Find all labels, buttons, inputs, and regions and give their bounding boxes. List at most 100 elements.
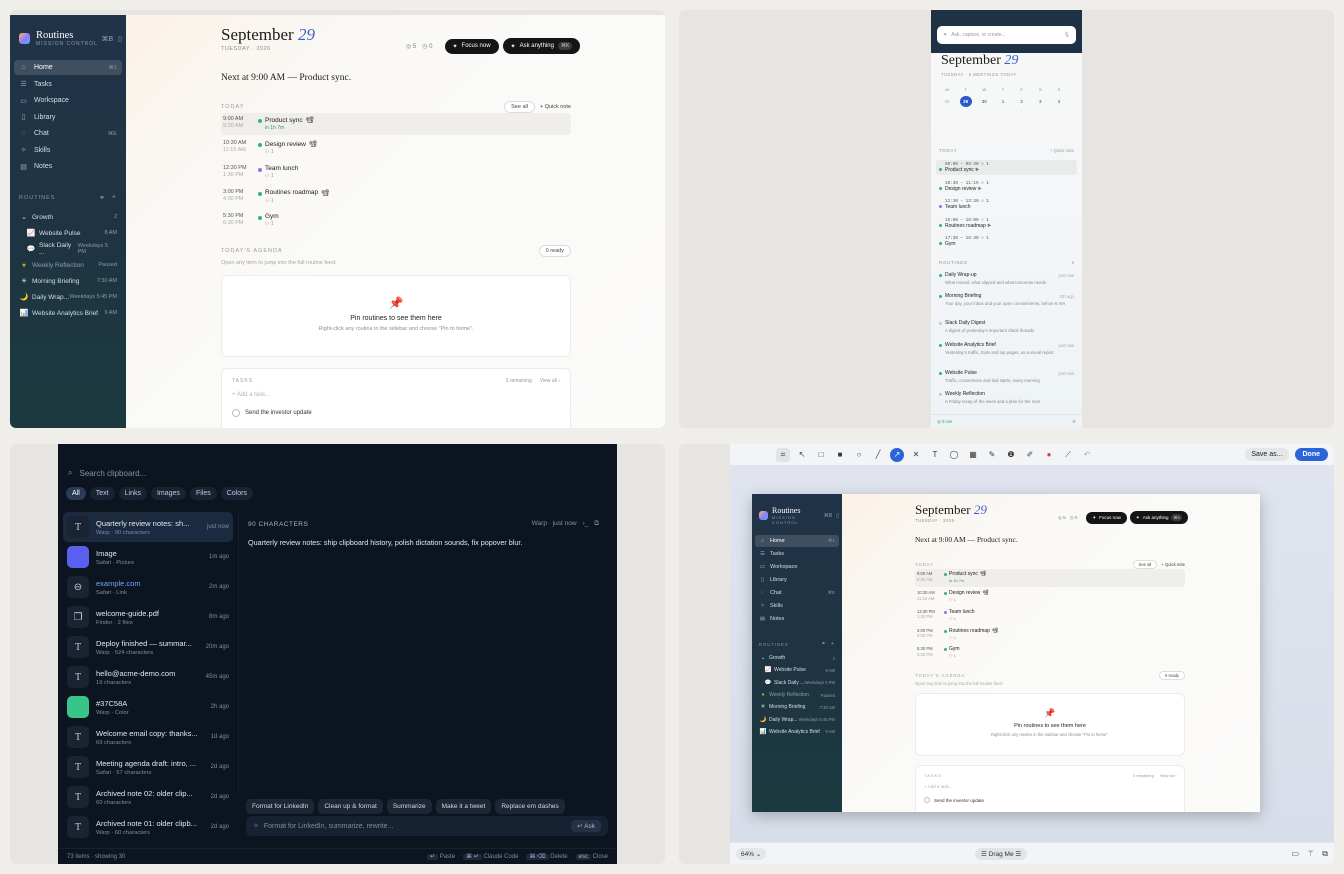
mobile-routine[interactable]: Daily Wrap-up just now What moved, what sl… [939, 272, 1074, 286]
highlight-tool-icon[interactable]: ✎ [985, 448, 999, 462]
tab-all[interactable]: All [66, 487, 86, 500]
done-button[interactable]: Done [1294, 448, 1328, 461]
event-row[interactable]: 3:00 PM 4:00 PM Routines roadmap 📽 ⚇ 1 [221, 186, 571, 208]
clipboard-item[interactable]: T Deploy finished — summar... Warp · 524 c… [63, 632, 233, 662]
event-row[interactable]: 5:30 PM 6:30 PM Gym ⚇ 1 [221, 210, 571, 232]
calendar-day[interactable]: 28 [941, 96, 953, 107]
routine-group-growth[interactable]: ⌄ Growth 2 [755, 652, 839, 664]
tab-links[interactable]: Links [118, 487, 147, 500]
action-button[interactable]: Clean up & format [318, 799, 383, 814]
clipboard-item[interactable]: ⊖ example.com Safari · Link 2m ago [63, 572, 233, 602]
routine-item[interactable]: ☀ Morning Briefing 7:30 AM [755, 701, 839, 713]
color-swatch[interactable]: ● [1042, 448, 1056, 462]
mobile-routine[interactable]: Website Analytics Brief just now Yesterday… [939, 342, 1074, 356]
routine-item[interactable]: 🌙 Daily Wrap... Weekdays 5:45 PM [14, 289, 122, 305]
select-tool-icon[interactable]: ↖ [795, 448, 809, 462]
mobile-event-row[interactable]: 15:00 – 16:00 ⚇ 1 Routines roadmap ⌱ [936, 216, 1077, 231]
calendar-day[interactable]: 1 [997, 96, 1009, 107]
focus-now-button[interactable]: ✦ Focus now [444, 38, 499, 54]
clipboard-item[interactable]: Image Safari · Picture 1m ago [63, 542, 233, 572]
tab-files[interactable]: Files [189, 487, 217, 500]
sidebar-toggle-icon[interactable]: ▯ [118, 35, 122, 43]
drag-handle[interactable]: ☰ Drag Me ☰ [975, 847, 1028, 860]
see-all-button[interactable]: See all [1132, 560, 1158, 570]
nav-item-library[interactable]: ▯ Library [14, 110, 122, 125]
nav-item-home[interactable]: ⌂ Home ⌘1 [14, 60, 122, 75]
calendar-day[interactable]: 4 [1053, 96, 1065, 107]
routine-item[interactable]: 📈 Website Pulse 8 AM [14, 225, 122, 241]
event-row[interactable]: 9:00 AM 9:30 AM Product sync 📽 in 1h 7m [915, 569, 1185, 588]
mobile-event-row[interactable]: 12:30 – 13:30 ⚇ 1 Team lunch [936, 197, 1077, 212]
nav-item-notes[interactable]: ▤ Notes [14, 159, 122, 174]
see-all-button[interactable]: See all [504, 101, 535, 113]
settings-icon[interactable]: ⚙ [1072, 419, 1076, 425]
mobile-event-row[interactable]: 10:30 – 11:15 ⚇ 1 Design review ⌱ [936, 179, 1077, 194]
arrow-tool-icon[interactable]: ↗ [890, 447, 904, 462]
event-row[interactable]: 3:00 PM 4:00 PM Routines roadmap 📽 ⚇ 1 [915, 626, 1185, 644]
cross-tool-icon[interactable]: ✕ [909, 448, 923, 462]
clipboard-search[interactable]: ⌕ Search clipboard... [68, 468, 146, 478]
link-icon[interactable]: ⚭ [821, 641, 827, 647]
routine-item[interactable]: ● Weekly Reflection Paused [755, 689, 839, 701]
view-all-link[interactable]: View all › [540, 378, 560, 384]
nav-item-workspace[interactable]: ▭ Workspace [755, 561, 839, 573]
routine-item[interactable]: 🌙 Daily Wrap... Weekdays 5:45 PM [755, 713, 839, 725]
undo-tool-icon[interactable]: ↶ [1080, 448, 1094, 462]
nav-item-chat[interactable]: ◌ Chat ⌘E [755, 587, 839, 599]
bubble-tool-icon[interactable]: ◯ [947, 448, 961, 462]
routine-item[interactable]: 📊 Website Analytics Brief 9 AM [14, 305, 122, 321]
routine-item[interactable]: 📊 Website Analytics Brief 9 AM [755, 726, 839, 738]
mobile-routine[interactable]: Weekly Reflection A Friday recap of the w… [939, 391, 1074, 405]
clipboard-item[interactable]: #37C58A Warp · Color 2h ago [63, 692, 233, 722]
clipboard-item[interactable]: ❐ welcome-guide.pdf Finder · 2 files 8m ago [63, 602, 233, 632]
pen-tool-icon[interactable]: ✐ [1023, 448, 1037, 462]
event-row[interactable]: 10:30 AM 11:15 AM Design review 📽 ⚇ 1 [915, 588, 1185, 606]
ask-button[interactable]: ↵ Ask [571, 820, 601, 832]
event-row[interactable]: 5:30 PM 6:30 PM Gym ⚇ 1 [915, 644, 1185, 662]
open-external-icon[interactable]: ⧉ [594, 520, 599, 528]
clipboard-item[interactable]: T Welcome email copy: thanks... 69 charact… [63, 722, 233, 752]
routine-item[interactable]: 💬 Slack Daily ... Weekdays 5 PM [755, 677, 839, 689]
task-checkbox[interactable] [232, 409, 240, 417]
calendar-day[interactable]: 30 [978, 96, 990, 107]
copy-icon[interactable]: ⧉ [1322, 849, 1328, 859]
tab-text[interactable]: Text [89, 487, 115, 500]
nav-item-workspace[interactable]: ▭ Workspace [14, 93, 122, 108]
tab-colors[interactable]: Colors [220, 487, 253, 500]
event-row[interactable]: 12:30 PM 1:30 PM Team lunch ⚇ 1 [915, 607, 1185, 625]
link-icon[interactable]: ⚭ [99, 194, 106, 202]
routine-item[interactable]: 💬 Slack Daily ... Weekdays 5 PM [14, 241, 122, 257]
counter-tool-icon[interactable]: ❶ [1004, 448, 1018, 462]
mobile-routine[interactable]: Website Pulse just now Traffic, conversion… [939, 370, 1074, 384]
routine-item[interactable]: ☀ Morning Briefing 7:30 AM [14, 273, 122, 289]
nav-item-skills[interactable]: ✧ Skills [14, 143, 122, 158]
quick-note-button[interactable]: + Quick note [1161, 562, 1185, 567]
add-routine-icon[interactable]: + [831, 641, 835, 647]
nav-item-skills[interactable]: ✧ Skills [755, 600, 839, 612]
calendar-day[interactable]: 29 [959, 96, 972, 107]
comment-icon[interactable]: ▭ [1292, 849, 1300, 859]
view-all-link[interactable]: View all › [1160, 773, 1176, 778]
crop-tool-icon[interactable]: ⌗ [776, 447, 790, 462]
tab-images[interactable]: Images [150, 487, 186, 500]
calendar-day[interactable]: 3 [1034, 96, 1046, 107]
nav-item-tasks[interactable]: ☰ Tasks [755, 548, 839, 560]
sidebar-toggle-icon[interactable]: ▯ [836, 513, 839, 519]
ask-input[interactable]: ✧ Format for LinkedIn, summarize, rewrit… [246, 816, 608, 836]
terminal-icon[interactable]: ›_ [583, 520, 589, 528]
mobile-search-input[interactable]: ✦ Ask, capture, or create... 🎙 [937, 26, 1076, 44]
mobile-routine[interactable]: Slack Daily Digest A digest of yesterday'… [939, 320, 1074, 334]
add-routine-icon[interactable]: + [112, 194, 117, 202]
filled-rect-tool-icon[interactable]: ■ [833, 448, 847, 462]
task-checkbox[interactable] [924, 797, 930, 803]
clipboard-item[interactable]: T Archived note 02: older clip... 60 chara… [63, 782, 233, 812]
ask-anything-button[interactable]: ✦ Ask anything ⌘K [1129, 511, 1189, 524]
clipboard-item[interactable]: Thello@acme-demo.com 19 characters 45m ago [63, 662, 233, 692]
nav-item-tasks[interactable]: ☰ Tasks [14, 77, 122, 92]
action-button[interactable]: Replace em dashes [495, 799, 565, 814]
routine-item[interactable]: 📈 Website Pulse 8 AM [755, 664, 839, 676]
nav-item-library[interactable]: ▯ Library [755, 574, 839, 586]
calendar-day[interactable]: 2 [1016, 96, 1028, 107]
add-task-input[interactable]: + Add a task... [232, 392, 560, 398]
save-as-button[interactable]: Save as... [1245, 448, 1289, 461]
